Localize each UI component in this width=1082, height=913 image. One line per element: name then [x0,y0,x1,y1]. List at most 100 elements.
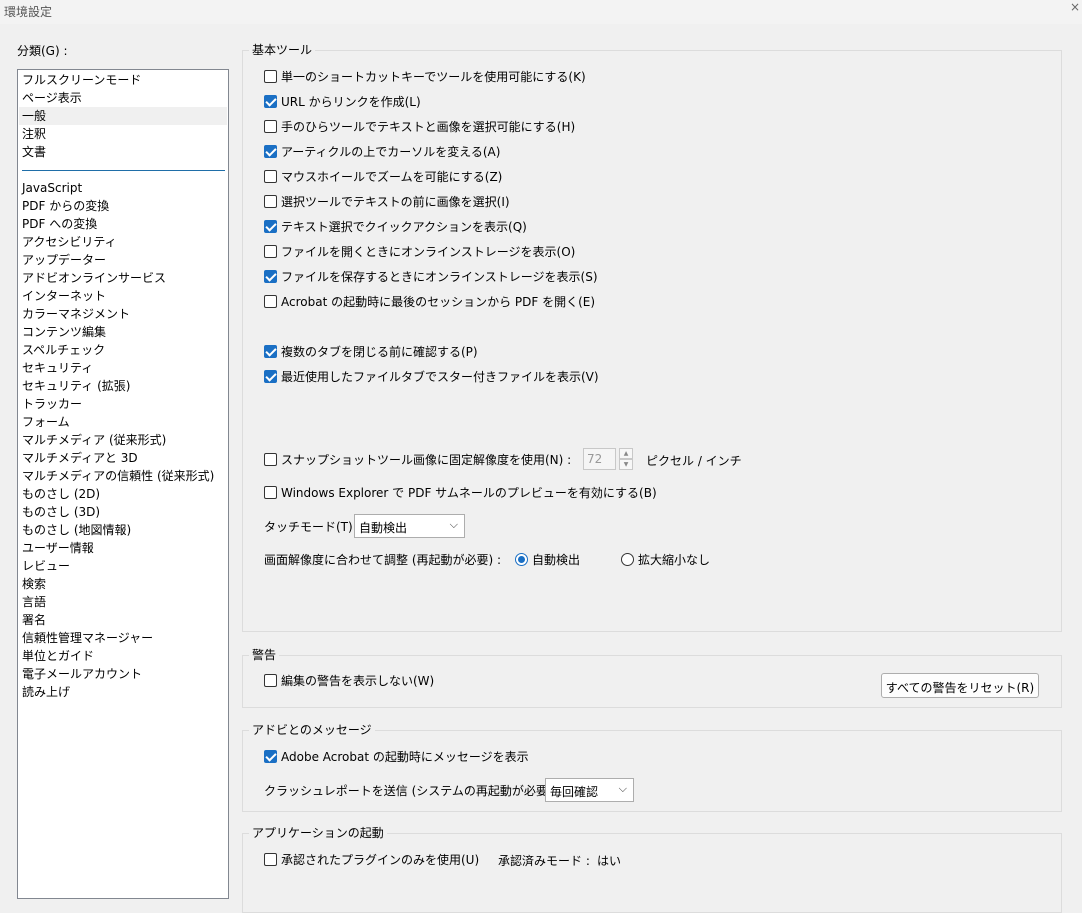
checkbox[interactable] [264,485,277,499]
category-item[interactable]: アクセシビリティ [22,233,117,251]
checkbox[interactable] [264,294,277,308]
warnings-title: 警告 [249,646,280,663]
resolution-stepper[interactable]: 72 ▲ ▼ [583,448,634,470]
checkbox[interactable] [264,219,277,233]
category-item[interactable]: マルチメディアと 3D [22,449,138,467]
resolution-input[interactable]: 72 [583,448,616,470]
option-label: 手のひらツールでテキストと画像を選択可能にする(H) [281,119,576,134]
category-item[interactable]: トラッカー [22,395,82,413]
category-item[interactable]: ものさし (2D) [22,485,100,503]
option-thumbnail-preview[interactable]: Windows Explorer で PDF サムネールのプレビューを有効にする… [264,484,657,500]
approved-mode-label: 承認済みモード : [498,854,590,868]
option-reopen-session[interactable]: Acrobat の起動時に最後のセッションから PDF を開く(E) [264,293,595,309]
category-item[interactable]: 読み上げ [22,683,70,701]
chevron-up-icon[interactable]: ▲ [619,448,633,459]
crash-report-select[interactable]: 毎回確認 ⌵ [545,778,634,802]
option-single-key[interactable]: 単一のショートカットキーでツールを使用可能にする(K) [264,68,586,84]
option-label: 自動検出 [532,552,581,567]
checkbox[interactable] [264,94,277,108]
crash-report-label: クラッシュレポートを送信 (システムの再起動が必要): [264,784,557,798]
category-item[interactable]: マルチメディアの信頼性 (従来形式) [22,467,214,485]
checkbox[interactable] [264,452,277,466]
option-show-messages[interactable]: Adobe Acrobat の起動時にメッセージを表示 [264,748,529,764]
option-wheel-zoom[interactable]: マウスホイールでズームを可能にする(Z) [264,168,502,184]
category-item[interactable]: セキュリティ [22,359,93,377]
option-label: 単一のショートカットキーでツールを使用可能にする(K) [281,69,586,84]
checkbox[interactable] [264,119,277,133]
option-label: テキスト選択でクイックアクションを表示(Q) [281,219,527,234]
option-label: 複数のタブを閉じる前に確認する(P) [281,344,478,359]
checkbox[interactable] [264,344,277,358]
category-item[interactable]: 文書 [22,143,46,161]
category-item[interactable]: 言語 [22,593,46,611]
option-confirm-close-tabs[interactable]: 複数のタブを閉じる前に確認する(P) [264,343,478,359]
checkbox[interactable] [264,369,277,383]
category-list[interactable]: フルスクリーンモード ページ表示 一般 注釈 文書 JavaScript PDF… [17,69,229,899]
category-item-selected[interactable]: 一般 [19,107,227,125]
category-item[interactable]: ユーザー情報 [22,539,94,557]
category-item[interactable]: 検索 [22,575,46,593]
category-item[interactable]: コンテンツ編集 [22,323,106,341]
crash-report-value: 毎回確認 [550,785,599,799]
option-quick-actions[interactable]: テキスト選択でクイックアクションを表示(Q) [264,218,527,234]
window-title: 環境設定 [4,5,53,19]
chevron-down-icon[interactable]: ▼ [619,459,633,470]
category-item[interactable]: PDF からの変換 [22,197,109,215]
scaling-none-option[interactable]: 拡大縮小なし [621,551,710,567]
scaling-auto-option[interactable]: 自動検出 [515,551,580,567]
checkbox[interactable] [264,169,277,183]
category-item[interactable]: スペルチェック [22,341,105,359]
checkbox[interactable] [264,749,277,763]
category-item[interactable]: セキュリティ (拡張) [22,377,130,395]
option-label: 承認されたプラグインのみを使用(U) [281,852,480,867]
touch-mode-select[interactable]: 自動検出 ⌵ [354,514,465,538]
category-item[interactable]: 信頼性管理マネージャー [22,629,153,647]
category-item[interactable]: フルスクリーンモード [22,71,141,89]
checkbox[interactable] [264,269,277,283]
radio-button[interactable] [515,552,528,566]
option-snapshot-resolution[interactable]: スナップショットツール画像に固定解像度を使用(N) : [264,451,571,467]
option-label: 編集の警告を表示しない(W) [281,673,435,688]
option-article-cursor[interactable]: アーティクルの上でカーソルを変える(A) [264,143,500,159]
category-item[interactable]: マルチメディア (従来形式) [22,431,166,449]
category-item[interactable]: レビュー [22,557,70,575]
option-label: 選択ツールでテキストの前に画像を選択(I) [281,194,510,209]
option-online-storage-save[interactable]: ファイルを保存するときにオンラインストレージを表示(S) [264,268,598,284]
touch-mode-value: 自動検出 [359,521,408,535]
option-hide-edit-warnings[interactable]: 編集の警告を表示しない(W) [264,672,434,688]
category-item[interactable]: インターネット [22,287,106,305]
checkbox[interactable] [264,144,277,158]
checkbox[interactable] [264,69,277,83]
category-item[interactable]: アドビオンラインサービス [22,269,166,287]
radio-button[interactable] [621,552,634,566]
checkbox[interactable] [264,852,277,866]
category-item[interactable]: 電子メールアカウント [22,665,142,683]
checkbox[interactable] [264,244,277,258]
close-icon[interactable]: × [1070,0,1080,14]
category-item[interactable]: 単位とガイド [22,647,94,665]
option-approved-plugins[interactable]: 承認されたプラグインのみを使用(U) [264,851,479,867]
checkbox[interactable] [264,194,277,208]
category-item[interactable]: ページ表示 [22,89,82,107]
reset-warnings-button[interactable]: すべての警告をリセット(R) [881,673,1039,698]
option-url-links[interactable]: URL からリンクを作成(L) [264,93,421,109]
category-item[interactable]: PDF への変換 [22,215,97,233]
option-hand-tool-select[interactable]: 手のひらツールでテキストと画像を選択可能にする(H) [264,118,575,134]
category-item[interactable]: 注釈 [22,125,46,143]
option-online-storage-open[interactable]: ファイルを開くときにオンラインストレージを表示(O) [264,243,575,259]
category-item[interactable]: フォーム [22,413,70,431]
option-starred-files[interactable]: 最近使用したファイルタブでスター付きファイルを表示(V) [264,368,599,384]
option-label: Windows Explorer で PDF サムネールのプレビューを有効にする… [281,485,657,500]
category-item[interactable]: ものさし (3D) [22,503,100,521]
category-item[interactable]: JavaScript [22,179,82,197]
option-label: Adobe Acrobat の起動時にメッセージを表示 [281,749,529,764]
touch-mode-label: タッチモード(T) : [264,520,361,534]
option-label: ファイルを開くときにオンラインストレージを表示(O) [281,244,576,259]
category-item[interactable]: 署名 [22,611,46,629]
option-select-image-first[interactable]: 選択ツールでテキストの前に画像を選択(I) [264,193,510,209]
category-item[interactable]: アップデーター [22,251,106,269]
category-item[interactable]: ものさし (地図情報) [22,521,131,539]
option-label: マウスホイールでズームを可能にする(Z) [281,169,503,184]
category-item[interactable]: カラーマネジメント [22,305,130,323]
checkbox[interactable] [264,673,277,687]
